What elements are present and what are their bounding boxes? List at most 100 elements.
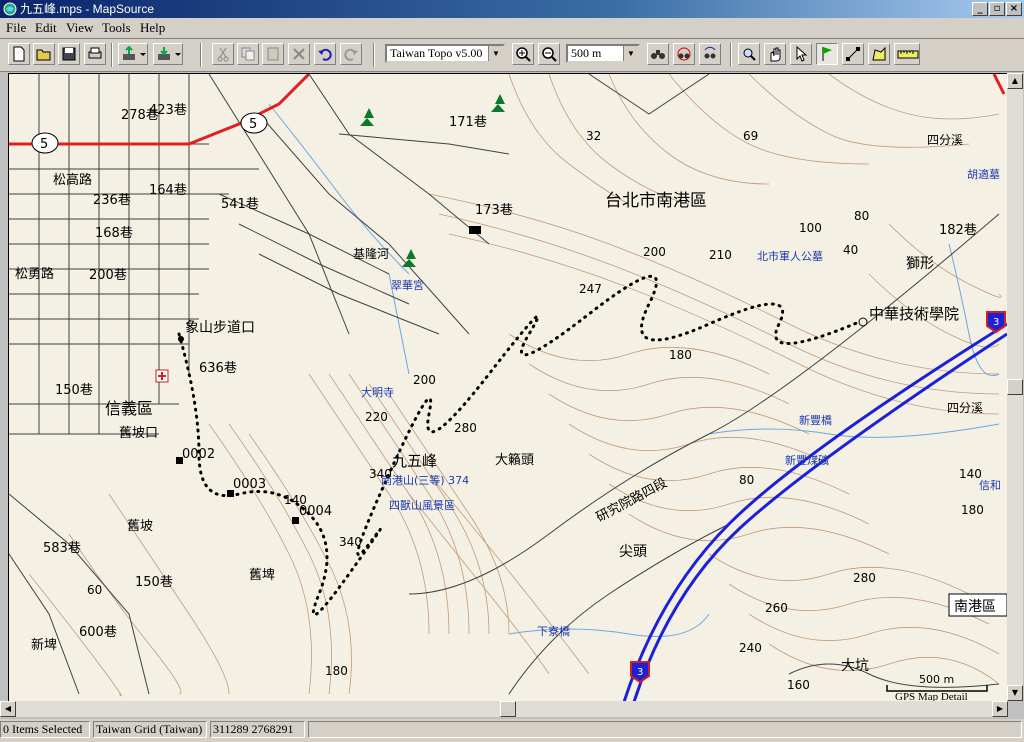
topographic-map[interactable]: 台北市南港區 信義區 南港區 象山步道口 九五峰 中華技術學院 大籟頭 尖頭 大…	[9, 74, 1007, 702]
status-selection: 0 Items Selected	[0, 721, 90, 738]
minimize-button[interactable]: _	[972, 2, 988, 16]
new-button[interactable]	[8, 43, 30, 65]
place-keelung-river: 基隆河	[353, 246, 389, 261]
zoom-tool-button[interactable]	[738, 43, 760, 65]
undo-button[interactable]	[314, 43, 336, 65]
vertical-scroll-thumb[interactable]	[1007, 379, 1023, 395]
toolbar-separator	[111, 43, 113, 67]
scroll-up-button[interactable]: ▲	[1007, 73, 1023, 89]
place-north-cemetery: 北市軍人公墓	[757, 249, 823, 263]
elevation-label: 200	[643, 245, 666, 259]
place-sifenxi: 四分溪	[947, 401, 983, 415]
elevation-label: 280	[853, 571, 876, 585]
elevation-label: 140	[284, 493, 307, 507]
copy-button[interactable]	[237, 43, 259, 65]
place-xiajing-bridge: 下寮橋	[537, 624, 570, 638]
lane-label: 600巷	[79, 625, 117, 640]
paste-button[interactable]	[262, 43, 284, 65]
magnifier-icon	[743, 48, 756, 61]
status-grid: Taiwan Grid (Taiwan)	[93, 721, 207, 738]
find-recent-button[interactable]	[699, 43, 721, 65]
place-dakeng: 大坑	[841, 658, 869, 674]
receive-from-device-button[interactable]	[153, 43, 183, 65]
target-binoculars-icon	[677, 47, 691, 61]
route-tool-button[interactable]	[842, 43, 864, 65]
status-coordinates: 311289 2768291	[210, 721, 305, 738]
waypoint-label[interactable]: 0003	[233, 477, 266, 492]
place-dapo-top: 大籟頭	[495, 453, 534, 468]
download-device-icon	[158, 47, 181, 60]
menu-file[interactable]: File	[6, 20, 26, 36]
map-product-select[interactable]: Taiwan Topo v5.00 ▼	[385, 44, 505, 63]
map-product-value: Taiwan Topo v5.00	[390, 46, 483, 60]
elevation-label: 80	[854, 209, 869, 223]
elevation-label: 80	[739, 473, 754, 487]
chevron-down-icon: ▼	[623, 46, 638, 61]
redo-button[interactable]	[340, 43, 362, 65]
arrow-pointer-icon	[796, 46, 808, 62]
window-title: 九五峰.mps - MapSource	[20, 2, 155, 16]
scroll-right-button[interactable]: ▶	[992, 701, 1008, 717]
delete-button[interactable]	[288, 43, 310, 65]
district-label-nangang: 台北市南港區	[605, 191, 707, 211]
scale-label: 500 m	[919, 673, 954, 686]
find-button[interactable]	[647, 43, 669, 65]
vertical-scrollbar[interactable]: ▲ ▼	[1007, 73, 1023, 701]
status-empty-panel	[308, 721, 1022, 738]
place-jiuwufeng: 九五峰	[392, 452, 437, 470]
restore-button[interactable]: ▫	[989, 2, 1005, 16]
menu-view[interactable]: View	[66, 20, 93, 36]
copy-icon	[241, 47, 255, 61]
elevation-label: 60	[87, 583, 102, 597]
place-jiuzhuang: 舊埤	[249, 567, 275, 583]
menu-help[interactable]: Help	[140, 20, 165, 36]
elevation-label: 220	[365, 410, 388, 424]
selection-tool-button[interactable]	[790, 43, 812, 65]
toolbar: Taiwan Topo v5.00 ▼ 500 m ▼	[0, 39, 1024, 72]
scroll-left-button[interactable]: ◀	[0, 701, 16, 717]
zoom-out-icon	[542, 47, 557, 62]
scroll-down-button[interactable]: ▼	[1007, 685, 1023, 701]
zoom-out-button[interactable]	[538, 43, 560, 65]
chevron-down-icon: ▼	[488, 46, 503, 61]
new-file-icon	[13, 46, 25, 62]
ruler-icon	[897, 50, 919, 59]
lane-label: 150巷	[135, 575, 173, 590]
route-number: 5	[249, 117, 257, 132]
folder-open-icon	[36, 49, 51, 61]
map-view[interactable]: 台北市南港區 信義區 南港區 象山步道口 九五峰 中華技術學院 大籟頭 尖頭 大…	[8, 73, 1008, 703]
lane-label: 173巷	[475, 203, 513, 218]
zoom-scale-value: 500 m	[571, 46, 602, 60]
close-button[interactable]: ×	[1006, 2, 1022, 16]
place-zhonghua-institute: 中華技術學院	[869, 305, 959, 323]
print-button[interactable]	[84, 43, 106, 65]
waypoint-tool-button[interactable]	[816, 43, 838, 65]
place-jianshan: 尖頭	[619, 544, 647, 560]
open-button[interactable]	[33, 43, 55, 65]
distance-tool-button[interactable]	[894, 43, 920, 65]
elevation-label: 180	[961, 503, 984, 517]
track-tool-button[interactable]	[868, 43, 890, 65]
menu-tools[interactable]: Tools	[102, 20, 131, 36]
lane-label: 583巷	[43, 541, 81, 556]
zoom-in-button[interactable]	[512, 43, 534, 65]
horizontal-scroll-thumb[interactable]	[500, 701, 516, 717]
horizontal-scrollbar[interactable]: ◀ ▶	[0, 701, 1008, 717]
place-nangang-shan: 南港山(三等) 374	[381, 473, 469, 487]
send-to-device-button[interactable]	[118, 43, 148, 65]
waypoint-label[interactable]: 0002	[182, 447, 215, 462]
menu-edit[interactable]: Edit	[35, 20, 57, 36]
cut-button[interactable]	[212, 43, 234, 65]
elevation-label: 180	[325, 664, 348, 678]
binoculars-arrow-icon	[704, 46, 716, 59]
zoom-scale-select[interactable]: 500 m ▼	[566, 44, 640, 63]
place-daming-temple: 大明寺	[361, 385, 394, 399]
elevation-label: 280	[454, 421, 477, 435]
find-nearby-button[interactable]	[673, 43, 695, 65]
status-bar: 0 Items Selected Taiwan Grid (Taiwan) 31…	[0, 719, 1024, 742]
save-button[interactable]	[58, 43, 80, 65]
place-jiupo: 舊坡口	[119, 426, 158, 441]
pan-tool-button[interactable]	[764, 43, 786, 65]
elevation-label: 247	[579, 282, 602, 296]
elevation-label: 140	[959, 467, 982, 481]
